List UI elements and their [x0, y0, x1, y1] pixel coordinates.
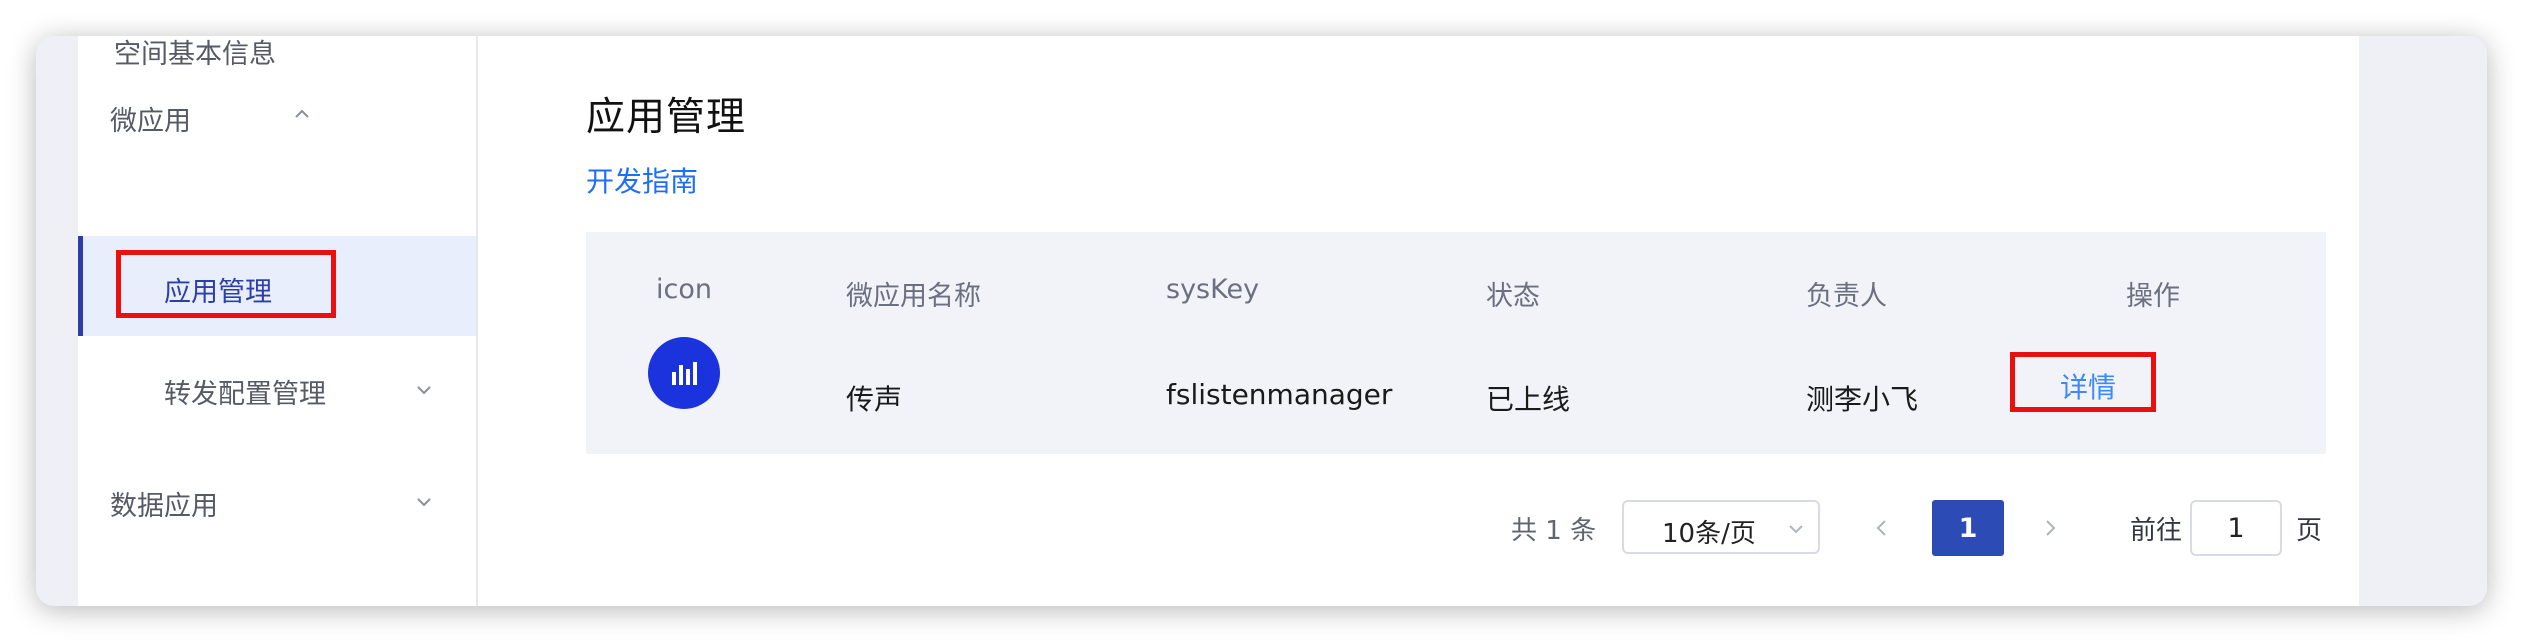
next-page-icon[interactable]	[2042, 518, 2058, 538]
column-header-icon: icon	[656, 274, 712, 305]
sidebar-group-micro-app[interactable]: 微应用	[110, 99, 191, 138]
cell-app-name: 传声	[846, 383, 903, 416]
page-unit-label: 页	[2296, 516, 2323, 546]
prev-page-icon[interactable]	[1874, 518, 1890, 538]
app-table: icon 微应用名称 sysKey 状态 负责人 操作 传声 fslistenm…	[586, 232, 2326, 454]
active-indicator	[78, 236, 83, 336]
highlight-box	[116, 250, 336, 318]
goto-page-input[interactable]	[2190, 500, 2282, 556]
sidebar: 空间基本信息 微应用 应用管理 转发配置管理 数据应用	[78, 36, 478, 606]
sidebar-group-data-app[interactable]: 数据应用	[110, 484, 218, 523]
goto-label: 前往	[2130, 516, 2183, 546]
page-size-value: 10条/页	[1662, 519, 1756, 549]
chevron-down-icon[interactable]	[416, 382, 432, 398]
page-number-button[interactable]: 1	[1932, 500, 2004, 556]
cell-status: 已上线	[1486, 383, 1571, 416]
app-window: 空间基本信息 微应用 应用管理 转发配置管理 数据应用 应用管理 开发指南 ic…	[36, 36, 2487, 606]
cell-syskey: fslistenmanager	[1166, 378, 1393, 411]
column-header-action: 操作	[2126, 281, 2180, 312]
bar-chart-icon	[648, 337, 720, 409]
chevron-up-icon[interactable]	[294, 106, 310, 122]
chevron-down-icon[interactable]	[416, 494, 432, 510]
page-title: 应用管理	[586, 95, 747, 140]
page-size-select[interactable]: 10条/页	[1622, 500, 1820, 554]
highlight-box	[2010, 352, 2156, 412]
dev-guide-link[interactable]: 开发指南	[586, 160, 698, 200]
cell-owner: 测李小飞	[1806, 383, 1919, 416]
column-header-status: 状态	[1486, 281, 1540, 312]
chevron-down-icon	[1788, 521, 1804, 537]
sidebar-item-forward-config[interactable]: 转发配置管理	[164, 372, 326, 411]
column-header-syskey: sysKey	[1166, 274, 1260, 305]
sidebar-item-space-info[interactable]: 空间基本信息	[114, 36, 276, 71]
sidebar-item-app-manage[interactable]: 应用管理	[78, 236, 476, 336]
main-panel: 应用管理 开发指南 icon 微应用名称 sysKey 状态 负责人 操作 传声…	[478, 36, 2359, 606]
pagination-total: 共 1 条	[1511, 516, 1597, 546]
column-header-name: 微应用名称	[846, 281, 981, 312]
column-header-owner: 负责人	[1806, 281, 1887, 312]
